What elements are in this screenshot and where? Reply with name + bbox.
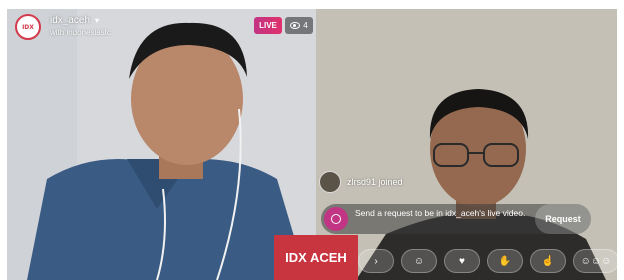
commenter-avatar[interactable] [319, 171, 341, 193]
reaction-laugh-emoji-icon[interactable]: ☺☺☺ [573, 249, 619, 273]
host-video-pane [7, 9, 316, 280]
join-request-icon [324, 207, 348, 231]
request-prompt-text: Send a request to be in idx_aceh's live … [355, 208, 526, 218]
viewer-count-badge: 4 [285, 17, 313, 34]
eye-icon [290, 22, 301, 29]
guest-video-pane [316, 9, 617, 280]
reaction-wave-hand-icon[interactable]: ✋ [487, 249, 523, 273]
chevron-down-icon[interactable]: ▾ [95, 16, 99, 25]
guest-person-illustration [316, 9, 617, 280]
host-avatar[interactable]: IDX [15, 14, 41, 40]
joined-comment-text: zlrsd91 joined [347, 177, 403, 187]
reaction-heart-eyes-emoji-icon[interactable]: ♥ [444, 249, 480, 273]
reaction-bar: › ☺ ♥ ✋ ☝ ☺☺☺ [358, 249, 619, 273]
request-button[interactable]: Request [535, 204, 591, 234]
host-person-illustration [7, 9, 316, 280]
host-username[interactable]: idx_aceh [50, 15, 90, 26]
reaction-point-hand-icon[interactable]: ☝ [530, 249, 566, 273]
viewer-count: 4 [303, 21, 308, 30]
host-avatar-logo-text: IDX [22, 23, 34, 31]
joined-comment: zlrsd91 joined [319, 171, 403, 193]
reaction-chevron-icon[interactable]: › [358, 249, 394, 273]
co-host-label: with indonesiastc [50, 28, 111, 37]
reaction-grin-emoji-icon[interactable]: ☺ [401, 249, 437, 273]
idx-aceh-watermark: IDX ACEH [274, 235, 358, 280]
request-to-join-bar: Send a request to be in idx_aceh's live … [321, 204, 591, 234]
live-badge: LIVE [254, 17, 282, 34]
